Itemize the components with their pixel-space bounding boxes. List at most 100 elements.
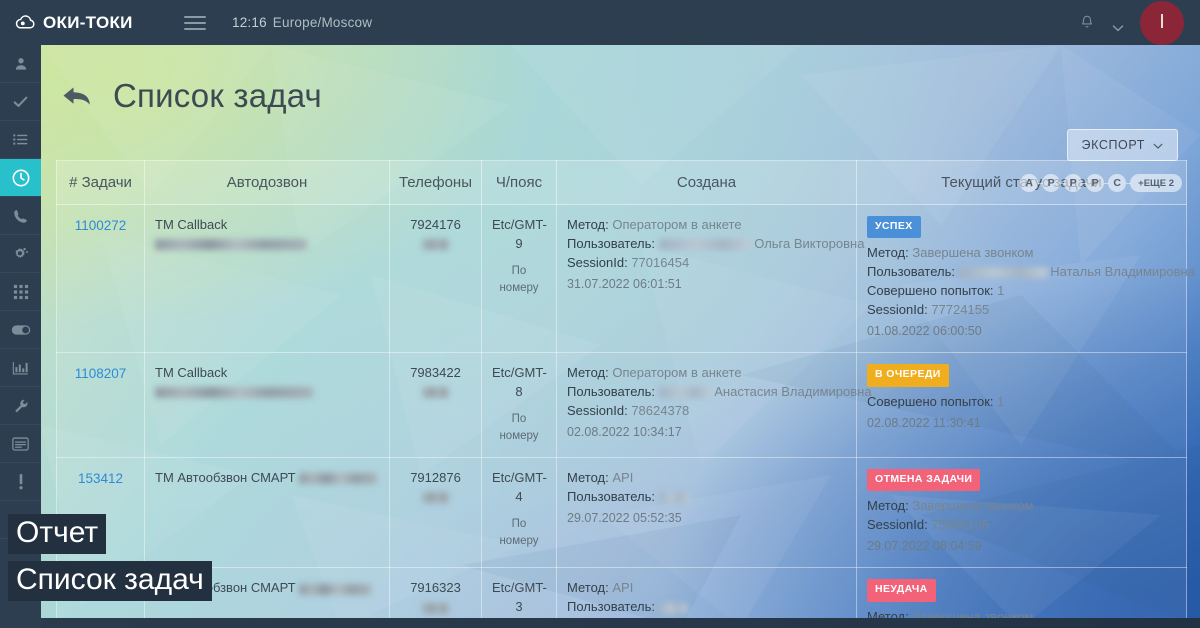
avatar[interactable]: I — [1140, 0, 1184, 45]
filter-badge[interactable]: P — [1042, 174, 1061, 192]
sidebar-item-calls[interactable] — [0, 197, 41, 235]
created-user: Пользователь: Анастасия Владимировна — [567, 384, 872, 400]
created-user: Пользователь: — [567, 488, 846, 507]
column-header-created[interactable]: Создана — [556, 160, 857, 205]
export-button-label: ЭКСПОРТ — [1081, 138, 1145, 152]
status-user: Пользователь: Наталья Владимировна — [867, 264, 1195, 280]
timezone-value: Etc/GMT-8 — [492, 365, 547, 400]
phone-icon — [13, 208, 29, 224]
sidebar-item-check[interactable] — [0, 83, 41, 121]
card-icon — [12, 436, 29, 451]
sidebar-item-stats[interactable] — [0, 349, 41, 387]
filter-badge[interactable]: P — [1064, 174, 1083, 192]
cell-phone: 7912876 — [389, 456, 482, 569]
status-method: Метод: Завершена звонком — [867, 498, 1034, 514]
sidebar-item-toggle[interactable] — [0, 311, 41, 349]
redacted-text — [299, 583, 372, 595]
user-icon — [13, 56, 29, 72]
redacted-text — [422, 491, 449, 503]
filter-badge[interactable]: C — [1108, 174, 1127, 192]
gears-icon — [12, 245, 30, 263]
filter-badge[interactable]: P — [1086, 174, 1105, 192]
redacted-text — [155, 387, 313, 399]
redacted-text — [422, 387, 449, 399]
cell-task-id: 1100272 — [56, 203, 145, 354]
page-header: Список задач — [61, 77, 322, 115]
redacted-text — [658, 491, 689, 503]
sidebar-item-apps[interactable] — [0, 273, 41, 311]
cell-campaign: TM Callback — [144, 352, 390, 458]
bell-icon[interactable] — [1078, 13, 1096, 33]
table-row[interactable]: 1100272 TM Callback 7924176 Etc/GMT-9 По но… — [56, 203, 1195, 354]
timezone-sub: По номеру — [499, 264, 539, 294]
cell-timezone: Etc/GMT-4 По номеру — [481, 456, 557, 569]
redacted-text — [658, 387, 711, 399]
created-user: Пользователь: Ольга Викторовна — [567, 235, 865, 251]
sidebar-item-forms[interactable] — [0, 425, 41, 463]
bar-chart-icon — [12, 360, 29, 376]
task-id-link[interactable]: 1100272 — [75, 218, 127, 233]
sidebar-item-list[interactable] — [0, 121, 41, 159]
status-timestamp: 02.08.2022 11:30:41 — [867, 415, 981, 430]
status-attempts: Совершено попыток: 1 — [867, 283, 1005, 299]
timezone-value: Etc/GMT-9 — [492, 217, 547, 251]
table-row[interactable]: 153412 ТМ Автообзвон СМАРТ 7912876 Etc/GMT… — [56, 456, 1187, 569]
task-id-link[interactable]: 153412 — [78, 471, 123, 486]
column-header-timezone[interactable]: Ч/пояс — [481, 160, 557, 205]
avatar-initial: I — [1159, 11, 1165, 33]
chevron-down-icon[interactable] — [1112, 19, 1124, 31]
created-method: Метод: Оператором в анкете — [567, 365, 742, 381]
cell-timezone: Etc/GMT-8 По номеру — [481, 352, 557, 458]
timezone-label: Europe/Moscow — [272, 15, 373, 30]
list-icon — [12, 131, 29, 148]
sidebar-item-tools[interactable] — [0, 387, 41, 425]
top-bar-right: I — [1078, 0, 1200, 45]
column-header-phones[interactable]: Телефоны — [389, 160, 482, 205]
sidebar-item-settings[interactable] — [0, 235, 41, 273]
cell-campaign: ТМ Автообзвон СМАРТ — [144, 456, 390, 569]
overlay-caption-bottom: Список задач — [8, 561, 212, 601]
redacted-text — [958, 267, 1047, 279]
timezone-sub: По номеру — [499, 517, 539, 547]
filter-badge[interactable]: A — [1020, 174, 1039, 192]
column-header-campaign[interactable]: Автодозвон — [144, 160, 390, 205]
cell-task-id: 1108207 — [56, 352, 145, 458]
hamburger-icon[interactable] — [184, 15, 206, 30]
status-badge: НЕУДАЧА — [867, 579, 936, 602]
clock: 12:16 Europe/Moscow — [232, 15, 372, 30]
created-user: Пользователь: — [567, 598, 846, 617]
check-icon — [12, 93, 29, 110]
export-button[interactable]: ЭКСПОРТ — [1066, 129, 1178, 161]
tasks-table: # Задачи Автодозвон Телефоны Ч/пояс Созд… — [56, 160, 1195, 628]
clock-icon — [11, 168, 31, 188]
sidebar-item-alerts[interactable] — [0, 463, 41, 501]
sidebar-item-tasks[interactable] — [0, 159, 41, 197]
chevron-down-icon — [1153, 138, 1163, 152]
overlay-caption-line1: Отчет — [8, 514, 107, 554]
status-timestamp: 01.08.2022 06:00:50 — [867, 324, 982, 339]
redacted-text — [422, 602, 449, 614]
cell-timezone: Etc/GMT-9 По номеру — [481, 203, 557, 354]
back-arrow-icon[interactable] — [61, 82, 95, 110]
cloud-icon — [14, 12, 36, 34]
sidebar-item-user[interactable] — [0, 45, 41, 83]
tasks-table-wrapper: # Задачи Автодозвон Телефоны Ч/пояс Созд… — [56, 160, 1195, 628]
filter-badge-more[interactable]: +ЕЩЕ 2 — [1130, 174, 1182, 192]
cell-campaign: TM Callback — [144, 203, 390, 354]
task-id-link[interactable]: 1108207 — [75, 366, 127, 381]
redacted-text — [658, 602, 687, 614]
column-header-id[interactable]: # Задачи — [56, 160, 145, 205]
created-timestamp: 31.07.2022 06:01:51 — [567, 276, 682, 291]
toggle-icon — [11, 324, 31, 336]
page-title: Список задач — [113, 77, 322, 114]
logo[interactable]: ОКИ-ТОКИ — [0, 12, 160, 34]
status-badge: В ОЧЕРЕДИ — [867, 364, 949, 387]
cell-status: ОТМЕНА ЗАДАЧИ Метод: Завершена звонком Ses… — [856, 456, 1187, 569]
grid-icon — [13, 284, 29, 300]
filter-badges: A P P P C +ЕЩЕ 2 — [1020, 174, 1182, 192]
cell-created: Метод: Оператором в анкете Пользователь: … — [556, 352, 872, 458]
status-session: SessionId: 75668105 — [867, 517, 990, 533]
cell-status: В ОЧЕРЕДИ Совершено попыток: 1 02.08.2022 … — [856, 352, 1187, 458]
table-row[interactable]: 1108207 TM Callback 7983422 Etc/GMT-8 По но… — [56, 352, 1187, 458]
timezone-value: Etc/GMT-3 — [492, 580, 547, 615]
